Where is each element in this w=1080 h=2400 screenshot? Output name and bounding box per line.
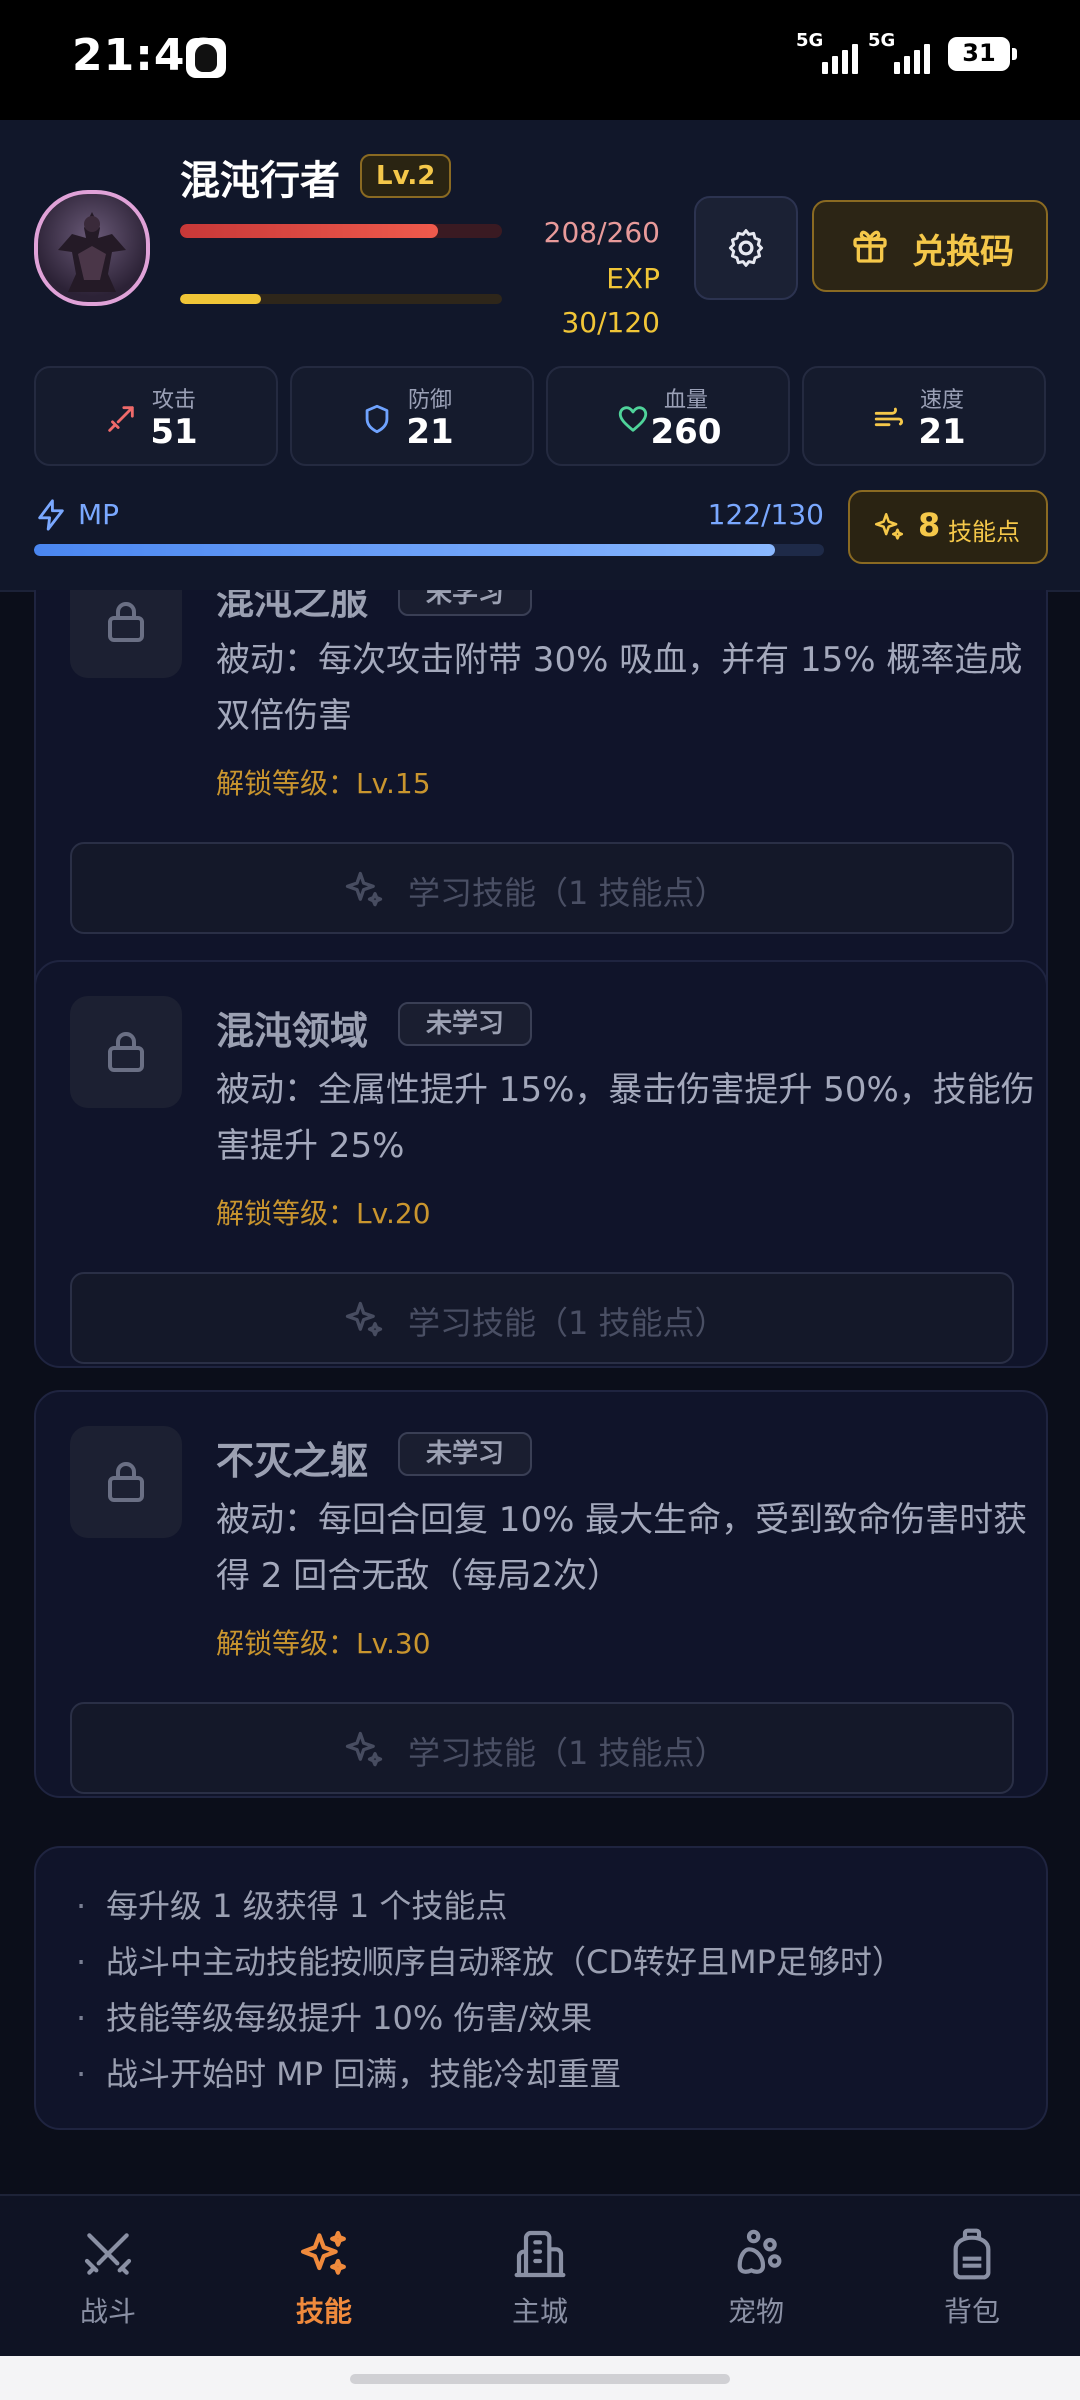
- nav-item-battle[interactable]: 战斗: [28, 2226, 188, 2330]
- qq-notification-icon: [186, 38, 226, 78]
- stat-label: 血量: [663, 388, 708, 413]
- learn-skill-button[interactable]: 学习技能（1 技能点）: [70, 842, 1014, 934]
- learn-skill-button[interactable]: 学习技能（1 技能点）: [70, 1272, 1014, 1364]
- skill-points-label: 技能点: [948, 518, 1020, 546]
- player-header: 混沌行者 Lv.2 208/260 EXP 30/120 兑换码 攻击 51 防…: [0, 120, 1080, 592]
- lock-icon: [108, 1031, 144, 1072]
- signal-icon: 5G: [868, 30, 930, 74]
- stat-value: 21: [918, 412, 966, 452]
- skill-name: 混沌之服: [216, 590, 369, 623]
- nav-item-backpack[interactable]: 背包: [892, 2226, 1052, 2330]
- status-indicators: 5G 5G 31: [796, 30, 1017, 74]
- skill-points-count: 8: [918, 506, 941, 544]
- settings-button[interactable]: [694, 196, 798, 300]
- stat-label: 攻击: [151, 388, 196, 413]
- sparkles-icon: [874, 512, 904, 540]
- hp-text: 208/260: [543, 216, 660, 249]
- skill-card: 混沌领域 未学习 被动：全属性提升 15%，暴击伤害提升 50%，技能伤害提升 …: [34, 960, 1048, 1368]
- skill-description: 被动：每次攻击附带 30% 吸血，并有 15% 概率造成双倍伤害: [216, 640, 1023, 736]
- mp-bar-fill: [34, 544, 776, 556]
- exp-text: 30/120: [561, 306, 660, 339]
- bottom-nav: 战斗 技能 主城 宠物 背包: [0, 2194, 1080, 2358]
- skill-name: 不灭之躯: [216, 1439, 369, 1483]
- gift-icon: [853, 230, 887, 263]
- skill-status-badge: 未学习: [398, 590, 533, 616]
- tip-item: 战斗开始时 MP 回满，技能冷却重置: [76, 2046, 1046, 2102]
- tip-item: 战斗中主动技能按顺序自动释放（CD转好且MP足够时）: [76, 1934, 1046, 1990]
- crossed-swords-icon: [84, 2233, 132, 2275]
- skill-description: 被动：全属性提升 15%，暴击伤害提升 50%，技能伤害提升 25%: [216, 1070, 1035, 1166]
- nav-label: 背包: [943, 2295, 1000, 2328]
- tip-item: 技能等级每级提升 10% 伤害/效果: [76, 1990, 1046, 2046]
- sparkles-icon: [345, 1731, 383, 1767]
- level-badge: Lv.2: [360, 154, 452, 198]
- sparkles-icon: [345, 871, 383, 907]
- skill-name: 混沌领域: [216, 1009, 369, 1053]
- stat-value: 21: [406, 412, 454, 452]
- skill-unlock-level: 解锁等级：Lv.15: [216, 767, 431, 800]
- mp-value: 122/130: [707, 498, 824, 531]
- learn-skill-label: 学习技能（1 技能点）: [408, 1734, 727, 1772]
- skills-list[interactable]: 混沌之服 未学习 被动：每次攻击附带 30% 吸血，并有 15% 概率造成双倍伤…: [0, 590, 1080, 2194]
- paw-icon: [737, 2229, 782, 2274]
- lock-box: [70, 1426, 182, 1538]
- lock-icon: [108, 1461, 144, 1502]
- redeem-code-button[interactable]: 兑换码: [812, 200, 1048, 292]
- signal-icon: 5G: [796, 30, 858, 74]
- nav-item-city[interactable]: 主城: [460, 2226, 620, 2330]
- lock-box: [70, 590, 182, 678]
- sparkles-icon: [300, 2230, 346, 2275]
- stat-speed: 速度 21: [802, 366, 1046, 466]
- nav-label: 战斗: [79, 2295, 136, 2328]
- stat-defense: 防御 21: [290, 366, 534, 466]
- skill-points-badge: 8 技能点: [848, 490, 1048, 564]
- learn-skill-label: 学习技能（1 技能点）: [408, 874, 727, 912]
- nav-label: 宠物: [727, 2295, 784, 2328]
- status-bar: 21:46 5G 5G 31: [0, 0, 1080, 120]
- player-name: 混沌行者: [180, 158, 340, 204]
- city-icon: [514, 2230, 566, 2278]
- stat-value: 260: [650, 412, 722, 452]
- nav-label: 技能: [295, 2295, 352, 2328]
- skill-status-badge: 未学习: [398, 1002, 533, 1046]
- nav-item-skills[interactable]: 技能: [244, 2226, 404, 2330]
- exp-label: EXP: [606, 262, 660, 295]
- hp-bar: [180, 224, 502, 238]
- home-indicator[interactable]: [350, 2374, 730, 2384]
- lock-box: [70, 996, 182, 1108]
- learn-skill-button[interactable]: 学习技能（1 技能点）: [70, 1702, 1014, 1794]
- battery-icon: 31: [948, 37, 1017, 71]
- skill-unlock-level: 解锁等级：Lv.30: [216, 1627, 431, 1660]
- learn-skill-label: 学习技能（1 技能点）: [408, 1304, 727, 1342]
- stat-hp: 血量 260: [546, 366, 790, 466]
- skill-tips: 每升级 1 级获得 1 个技能点 战斗中主动技能按顺序自动释放（CD转好且MP足…: [34, 1846, 1048, 2130]
- stat-value: 51: [150, 412, 198, 452]
- stat-label: 速度: [919, 388, 964, 413]
- stat-attack: 攻击 51: [34, 366, 278, 466]
- mp-label: MP: [78, 498, 120, 531]
- hp-bar-fill: [180, 224, 438, 238]
- lock-icon: [108, 601, 144, 642]
- avatar[interactable]: [34, 190, 150, 306]
- mp-bar: [34, 544, 824, 556]
- stat-label: 防御: [407, 388, 452, 413]
- skill-description: 被动：每回合回复 10% 最大生命，受到致命伤害时获得 2 回合无敌（每局2次）: [216, 1500, 1028, 1596]
- skill-card: 不灭之躯 未学习 被动：每回合回复 10% 最大生命，受到致命伤害时获得 2 回…: [34, 1390, 1048, 1798]
- skill-status-badge: 未学习: [398, 1432, 533, 1476]
- redeem-code-label: 兑换码: [912, 232, 1014, 272]
- gear-icon: [728, 229, 764, 267]
- exp-bar-fill: [180, 294, 261, 304]
- backpack-icon: [953, 2228, 991, 2280]
- sparkles-icon: [345, 1301, 383, 1337]
- lightning-icon: [38, 499, 64, 531]
- tip-item: 每升级 1 级获得 1 个技能点: [76, 1878, 1046, 1934]
- nav-label: 主城: [511, 2295, 568, 2328]
- nav-item-pets[interactable]: 宠物: [676, 2226, 836, 2330]
- exp-bar: [180, 294, 502, 304]
- skill-unlock-level: 解锁等级：Lv.20: [216, 1197, 431, 1230]
